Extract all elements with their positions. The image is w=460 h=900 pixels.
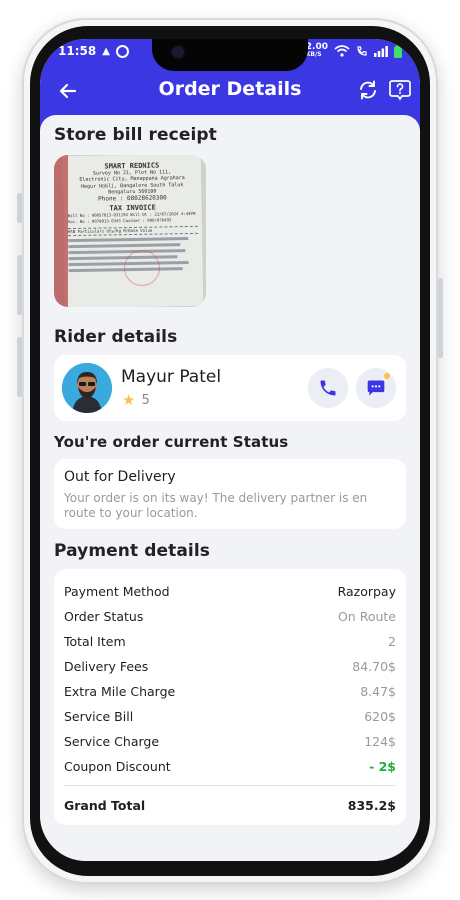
payment-row: Payment Method Razorpay — [64, 581, 396, 601]
payment-row: Order Status On Route — [64, 606, 396, 626]
section-title-status: You're order current Status — [54, 433, 289, 451]
receipt-cashier-line: Voc. No : 0070013-0343 Cashier : 008/078… — [67, 217, 172, 225]
battery-icon — [394, 44, 402, 58]
payment-label: Coupon Discount — [64, 758, 171, 774]
receipt-phone: Phone : 08028620300 — [98, 193, 167, 203]
star-icon: ★ — [122, 391, 136, 409]
payment-value: On Route — [337, 608, 396, 624]
section-title-payment: Payment details — [54, 541, 210, 561]
help-chat-icon[interactable] — [388, 78, 412, 102]
order-status-card: Out for Delivery Your order is on its wa… — [54, 459, 406, 529]
payment-row: Coupon Discount - 2$ — [64, 756, 396, 776]
store-bill-receipt-image[interactable]: SMART REDNICS Survey No 21, Plot No 111,… — [54, 155, 206, 307]
refresh-icon[interactable] — [356, 78, 380, 102]
call-rider-button[interactable] — [308, 368, 348, 408]
rider-avatar-image — [62, 363, 112, 413]
call-signal-icon — [357, 46, 367, 56]
side-button — [438, 278, 443, 358]
payment-value: 124$ — [364, 733, 396, 749]
content-area: Store bill receipt SMART REDNICS Survey … — [40, 115, 420, 861]
status-time: 11:58 — [58, 44, 97, 58]
whatsapp-icon — [115, 44, 129, 58]
network-speed-value: 2.00 — [305, 42, 328, 52]
payment-value: 620$ — [364, 708, 396, 724]
receipt-paper: SMART REDNICS Survey No 21, Plot No 111,… — [62, 155, 204, 307]
app-screen: 11:58 ▲ ✱ 2.00 KB/S Order Details — [40, 39, 420, 861]
payment-value: 8.47$ — [360, 683, 396, 699]
top-bar: Order Details — [40, 73, 420, 109]
chat-icon — [367, 380, 385, 396]
wifi-icon — [334, 45, 350, 57]
payment-label: Extra Mile Charge — [64, 683, 176, 699]
receipt-shadow-edge — [54, 155, 68, 307]
side-button — [17, 193, 22, 223]
grand-total-value: 835.2$ — [347, 797, 396, 813]
payment-row: Service Charge 124$ — [64, 731, 396, 751]
section-title-rider: Rider details — [54, 327, 178, 347]
payment-row: Extra Mile Charge 8.47$ — [64, 681, 396, 701]
camera-notch — [152, 39, 308, 71]
payment-row: Delivery Fees 84.70$ — [64, 656, 396, 676]
payment-label: Service Charge — [64, 733, 160, 749]
payment-value: Razorpay — [337, 583, 396, 599]
payment-row: Total Item 2 — [64, 631, 396, 651]
grand-total-label: Grand Total — [64, 797, 146, 813]
receipt-stamp — [124, 250, 160, 286]
payment-label: Total Item — [64, 633, 126, 649]
section-title-bill: Store bill receipt — [54, 125, 217, 145]
network-speed-unit: KB/S — [305, 51, 322, 58]
payment-label: Payment Method — [64, 583, 170, 599]
phone-icon — [320, 380, 336, 396]
order-status-title: Out for Delivery — [64, 469, 176, 485]
payment-card: Payment Method Razorpay Order Status On Ro… — [54, 569, 406, 825]
side-button — [17, 337, 22, 397]
order-status-description: Your order is on its way! The delivery p… — [64, 491, 368, 520]
payment-value: 84.70$ — [352, 658, 396, 674]
front-camera — [172, 46, 184, 58]
payment-label: Delivery Fees — [64, 658, 149, 674]
rider-rating: ★ 5 — [122, 391, 150, 409]
rider-card: Mayur Patel ★ 5 — [54, 355, 406, 421]
network-speed: 2.00 KB/S — [306, 43, 328, 59]
payment-label: Order Status — [64, 608, 144, 624]
rider-rating-value: 5 — [141, 393, 150, 408]
bell-icon: ▲ — [102, 45, 110, 57]
side-button — [17, 255, 22, 315]
grand-total-row: Grand Total 835.2$ — [64, 795, 396, 815]
receipt-columns: HSN Particulars Qty/Kg M/Rate Value — [67, 225, 199, 237]
payment-value: 2 — [388, 633, 396, 649]
rider-name: Mayur Patel — [121, 367, 222, 387]
payment-label: Service Bill — [64, 708, 134, 724]
signal-icon — [374, 45, 388, 57]
payment-row: Service Bill 620$ — [64, 706, 396, 726]
rider-avatar — [62, 363, 112, 413]
divider — [64, 785, 396, 786]
payment-value-discount: - 2$ — [369, 758, 396, 774]
chat-rider-button[interactable] — [356, 368, 396, 408]
notification-dot — [384, 373, 390, 379]
